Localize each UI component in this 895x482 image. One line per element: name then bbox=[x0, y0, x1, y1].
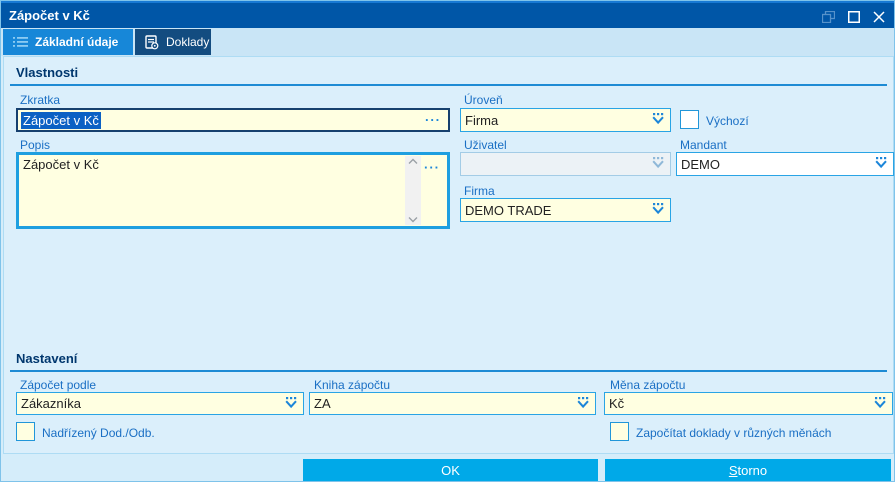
section-title-nastaveni: Nastavení bbox=[16, 351, 78, 366]
uroven-combo[interactable]: Firma bbox=[460, 108, 671, 132]
dropdown-icon[interactable] bbox=[575, 396, 591, 412]
tab-label: Základní údaje bbox=[35, 35, 119, 49]
mena-zapoctu-label: Měna zápočtu bbox=[610, 378, 686, 392]
mandant-value: DEMO bbox=[681, 156, 720, 172]
zkratka-input[interactable]: Zápočet v Kč ··· bbox=[16, 108, 450, 132]
nadrizeny-label: Nadřízený Dod./Odb. bbox=[42, 426, 155, 440]
storno-button[interactable]: Storno bbox=[605, 459, 891, 481]
zapocet-podle-label: Zápočet podle bbox=[20, 378, 97, 392]
tab-label: Doklady bbox=[166, 35, 210, 49]
dropdown-icon[interactable] bbox=[650, 112, 666, 128]
zapocitat-checkbox[interactable] bbox=[610, 422, 629, 441]
section-rule bbox=[10, 370, 887, 372]
tab-bar: Základní údaje Doklady bbox=[1, 28, 894, 56]
storno-accel: S bbox=[728, 463, 738, 478]
popis-value: Zápočet v Kč bbox=[23, 157, 99, 172]
section-rule bbox=[10, 84, 887, 86]
popis-textarea[interactable]: Zápočet v Kč ··· bbox=[16, 152, 450, 229]
restore-window-icon[interactable] bbox=[816, 6, 840, 27]
firma-combo[interactable]: DEMO TRADE bbox=[460, 198, 671, 222]
storno-rest: torno bbox=[737, 463, 768, 478]
nadrizeny-checkbox[interactable] bbox=[16, 422, 35, 441]
uroven-value: Firma bbox=[465, 112, 499, 128]
mena-zapoctu-combo[interactable]: Kč bbox=[604, 392, 893, 415]
firma-label: Firma bbox=[464, 184, 495, 198]
scroll-up-icon bbox=[408, 158, 418, 164]
ellipsis-icon[interactable]: ··· bbox=[425, 114, 441, 127]
mena-zapoctu-value: Kč bbox=[609, 396, 625, 411]
ok-button-label: OK bbox=[441, 463, 460, 478]
mandant-combo[interactable]: DEMO bbox=[676, 152, 894, 176]
zapocet-podle-combo[interactable]: Zákazníka bbox=[16, 392, 304, 415]
kniha-zapoctu-combo[interactable]: ZA bbox=[309, 392, 596, 415]
dialog-window: Zápočet v Kč Základní údaje Doklady Vlas… bbox=[0, 0, 895, 482]
content-panel: Vlastnosti Zkratka Zápočet v Kč ··· Úrov… bbox=[3, 56, 894, 454]
titlebar: Zápočet v Kč bbox=[1, 1, 894, 28]
zapocitat-label: Započítat doklady v různých měnách bbox=[636, 426, 832, 440]
tab-doklady[interactable]: Doklady bbox=[135, 29, 211, 55]
section-title-vlastnosti: Vlastnosti bbox=[16, 65, 79, 80]
popis-scrollbar[interactable] bbox=[405, 156, 421, 225]
popis-label: Popis bbox=[20, 138, 51, 152]
scroll-down-icon bbox=[408, 217, 418, 223]
ok-button[interactable]: OK bbox=[303, 459, 598, 481]
mandant-label: Mandant bbox=[680, 138, 727, 152]
documents-icon bbox=[145, 34, 159, 50]
zkratka-label: Zkratka bbox=[20, 93, 61, 107]
zkratka-value: Zápočet v Kč bbox=[21, 111, 101, 129]
close-window-icon[interactable] bbox=[867, 6, 891, 27]
vychozi-label: Výchozí bbox=[706, 114, 749, 128]
vychozi-checkbox[interactable] bbox=[680, 110, 699, 129]
dropdown-icon[interactable] bbox=[873, 156, 889, 172]
kniha-zapoctu-label: Kniha zápočtu bbox=[314, 378, 391, 392]
window-title: Zápočet v Kč bbox=[9, 8, 90, 23]
uzivatel-label: Uživatel bbox=[464, 138, 507, 152]
maximize-window-icon[interactable] bbox=[842, 6, 866, 27]
ellipsis-icon[interactable]: ··· bbox=[424, 161, 440, 174]
dropdown-icon[interactable] bbox=[650, 202, 666, 218]
firma-value: DEMO TRADE bbox=[465, 202, 552, 218]
uroven-label: Úroveň bbox=[464, 93, 503, 107]
dropdown-icon bbox=[650, 156, 666, 172]
zapocet-podle-value: Zákazníka bbox=[21, 396, 81, 411]
tab-zakladni-udaje[interactable]: Základní údaje bbox=[3, 29, 133, 55]
kniha-zapoctu-value: ZA bbox=[314, 396, 331, 411]
uzivatel-combo bbox=[460, 152, 671, 176]
list-icon bbox=[13, 36, 28, 48]
dropdown-icon[interactable] bbox=[872, 396, 888, 412]
dropdown-icon[interactable] bbox=[283, 396, 299, 412]
